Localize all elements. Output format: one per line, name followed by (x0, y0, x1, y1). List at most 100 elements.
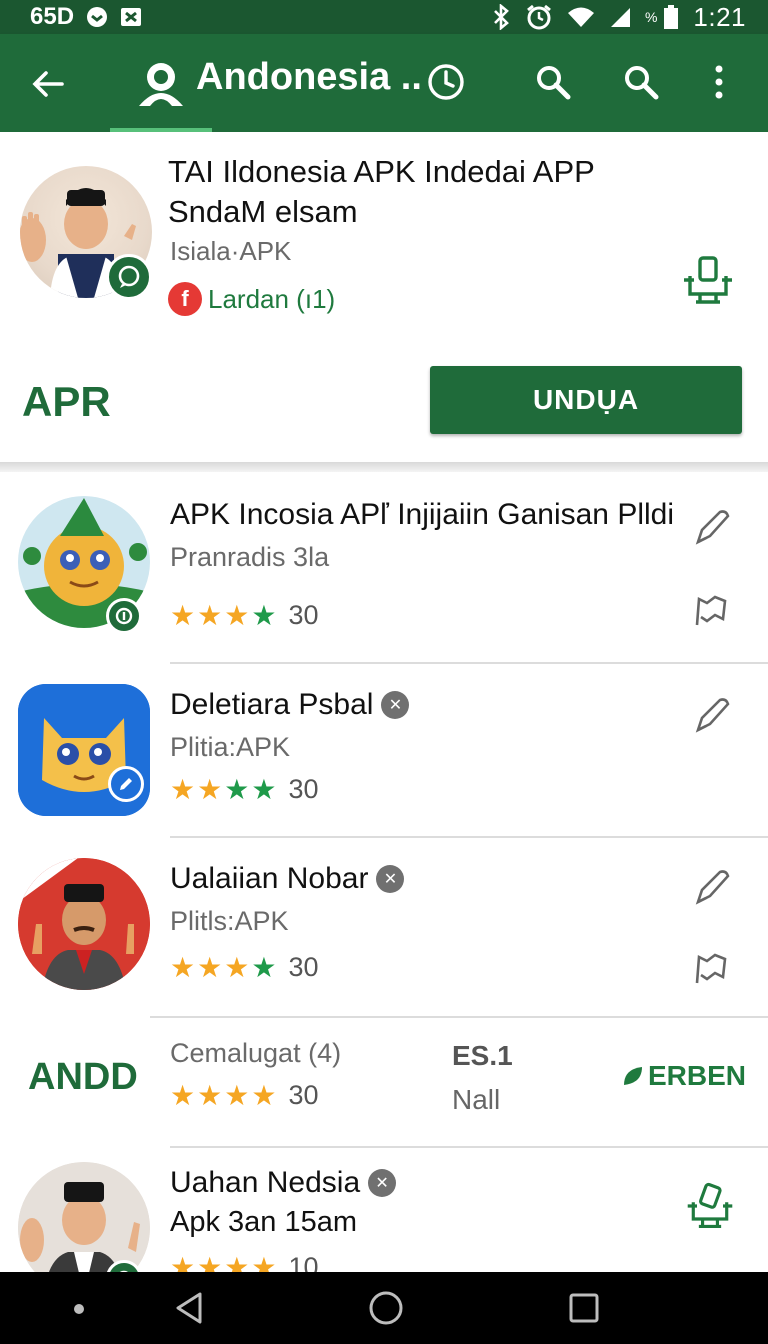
app-rating: ★ ★ ★ ★ 30 (170, 600, 318, 631)
star-icon: ★ (170, 951, 196, 983)
app-title: APK Incosia APľ Injijaiin Ganisan Plldi (170, 498, 674, 532)
battery-percent-label: % (644, 9, 658, 25)
app-title-text: Deletiara Psbal (170, 688, 374, 721)
featured-tag[interactable]: f Lardan (ı1) (168, 282, 335, 316)
arrow-left-icon (32, 71, 64, 97)
pen-icon (695, 698, 730, 733)
app-badge (108, 766, 144, 802)
open-link[interactable]: ERBEN (622, 1060, 746, 1092)
report-button[interactable] (688, 946, 734, 992)
star-icon: ★ (224, 1079, 250, 1111)
assistant-dot[interactable] (74, 1304, 84, 1314)
system-nav-bar (0, 1272, 768, 1344)
star-icon: ★ (251, 599, 277, 631)
star-icon: ★ (197, 599, 223, 631)
install-button[interactable] (680, 252, 736, 308)
search-button[interactable] (533, 62, 573, 102)
star-icon: ★ (251, 1079, 277, 1111)
star-icon: ★ (197, 773, 223, 805)
open-link-label: ERBEN (648, 1060, 747, 1091)
rating-count: 30 (288, 1080, 319, 1110)
install-button[interactable] (682, 1178, 738, 1234)
app-rating: ★ ★ ★ ★ 30 (170, 952, 318, 983)
star-icon: ★ (224, 773, 250, 805)
pen-icon (695, 510, 730, 545)
bluetooth-icon (491, 4, 511, 30)
app-subtitle: Pranradis 3la (170, 542, 330, 572)
carrier-label: 65D (30, 3, 75, 30)
app-title-text: APK Incosia APľ Injijaiin Ganisan Plldi (170, 498, 675, 531)
status-right: % 1:21 (491, 2, 746, 33)
history-button[interactable] (426, 62, 466, 102)
app-rating: ★ ★ ★ ★ 30 (170, 1080, 318, 1111)
list-item[interactable]: APK Incosia APľ Injijaiin Ganisan Plldi … (0, 472, 768, 664)
message-icon (120, 6, 142, 28)
app-subtitle: Cemalugat (4) (170, 1038, 342, 1068)
star-icon: ★ (170, 1079, 196, 1111)
featured-chat-badge (106, 254, 152, 300)
status-left: 65D (30, 3, 142, 31)
featured-app-title[interactable]: TAI Ildonesia APK Indedai APP SndaM elsa… (168, 152, 648, 232)
version-label: ES.1 (452, 1040, 513, 1071)
star-icon: ★ (224, 951, 250, 983)
app-rating: ★ ★ ★ ★ 30 (170, 774, 318, 805)
square-recents-icon (569, 1293, 599, 1323)
search-button-secondary[interactable] (621, 62, 661, 102)
app-icon (18, 858, 150, 990)
list-item[interactable]: Deletiara Psbal ✕ Plitia:APK ★ ★ ★ ★ 30 (0, 664, 768, 838)
person-avatar-illustration (18, 858, 150, 990)
account-icon (139, 63, 183, 106)
nav-recents-button[interactable] (566, 1290, 602, 1326)
star-icon: ★ (197, 951, 223, 983)
app-badge (106, 598, 142, 634)
star-icon: ★ (224, 599, 250, 631)
app-title: Ualaiian Nobar ✕ (170, 862, 405, 896)
alarm-icon (525, 4, 553, 30)
page-title: Andonesia ... (196, 56, 424, 98)
report-button[interactable] (688, 588, 734, 634)
featured-app-subtitle: Isiala·APK (170, 236, 292, 266)
size-label: Nall (452, 1084, 501, 1115)
list-item[interactable]: Ualaiian Nobar ✕ Plitls:APK ★ ★ ★ ★ 30 (0, 838, 768, 1018)
star-icon: ★ (251, 773, 277, 805)
chat-icon (118, 265, 140, 288)
search-icon (625, 66, 659, 100)
flash-icon: f (168, 282, 202, 316)
app-subtitle: Plitls:APK (170, 906, 289, 936)
rating-count: 30 (288, 774, 319, 804)
more-options-button[interactable] (704, 62, 734, 102)
verified-icon: ✕ (368, 1169, 397, 1197)
app-title: Deletiara Psbal ✕ (170, 688, 410, 722)
circle-home-icon (369, 1291, 403, 1325)
app-title-text: Uahan Nedsia (170, 1166, 361, 1199)
edit-button[interactable] (690, 864, 736, 910)
featured-card: TAI Ildonesia APK Indedai APP SndaM elsa… (0, 132, 768, 464)
more-vert-icon (715, 65, 723, 99)
search-icon (537, 66, 571, 100)
verified-icon: ✕ (381, 691, 410, 719)
triangle-back-icon (176, 1292, 202, 1324)
app-subtitle: Plitia:APK (170, 732, 291, 762)
star-icon: ★ (170, 773, 196, 805)
notification-icon (86, 6, 108, 28)
clock-icon (428, 64, 464, 100)
nav-home-button[interactable] (368, 1290, 404, 1326)
pen-icon (695, 870, 730, 905)
edit-button[interactable] (690, 692, 736, 738)
edit-icon (120, 778, 132, 790)
app-bar: Andonesia ... (0, 34, 768, 132)
featured-label: APR (22, 378, 111, 425)
list-item[interactable]: Uahan Nedsia ✕ Apk 3an 15am ★ ★ ★ ★ 10 (0, 1148, 768, 1296)
edit-button[interactable] (690, 504, 736, 550)
app-title: Uahan Nedsia ✕ (170, 1166, 397, 1200)
featured-tag-label: Lardan (ı1) (208, 283, 336, 314)
list-item[interactable]: ANDD Cemalugat (4) ★ ★ ★ ★ 30 ES.1 Nall … (0, 1018, 768, 1148)
wifi-icon (567, 6, 595, 28)
nav-back-button[interactable] (172, 1290, 208, 1326)
battery-icon (663, 4, 679, 30)
back-button[interactable] (28, 64, 68, 104)
status-bar: 65D % 1:21 (0, 0, 768, 34)
rating-count: 30 (288, 600, 319, 630)
row-label: ANDD (28, 1056, 138, 1098)
download-button[interactable]: UNDỤA (430, 366, 742, 434)
